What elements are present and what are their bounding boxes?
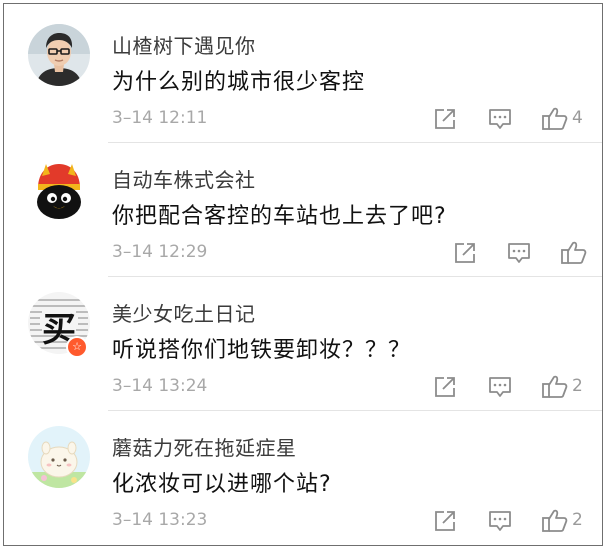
- comment-text: 你把配合客控的车站也上去了吧?: [112, 204, 447, 229]
- like-button[interactable]: [560, 240, 588, 266]
- share-icon: [435, 511, 455, 531]
- share-button[interactable]: [452, 240, 478, 266]
- comment-timestamp: 3–14 12:29: [112, 242, 208, 262]
- comment-timestamp: 3–14 13:24: [112, 376, 208, 396]
- comment-timestamp: 3–14 13:23: [112, 510, 208, 530]
- comment-username[interactable]: 蘑菇力死在拖延症星: [112, 432, 297, 461]
- like-button[interactable]: 4: [541, 106, 583, 132]
- share-button[interactable]: [432, 106, 458, 132]
- share-icon: [455, 243, 475, 263]
- reply-button[interactable]: [487, 508, 513, 534]
- comment-username[interactable]: 山楂树下遇见你: [112, 30, 256, 59]
- verified-badge-icon: ☆: [66, 336, 88, 358]
- thumbs-up-icon: [542, 375, 568, 398]
- comment-icon: [489, 109, 511, 129]
- penguin-hat-avatar-icon: [28, 158, 90, 220]
- comment-item: 山楂树下遇见你 为什么别的城市很少客控 3–14 12:11 4: [4, 8, 602, 142]
- comment-item: 蘑菇力死在拖延症星 化浓妆可以进哪个站? 3–14 13:23 2: [4, 410, 602, 544]
- comment-icon: [508, 243, 530, 263]
- reply-button[interactable]: [506, 240, 532, 266]
- avatar[interactable]: [28, 24, 90, 86]
- share-icon: [435, 377, 455, 397]
- comment-username[interactable]: 自动车株式会社: [112, 164, 256, 193]
- like-count: 4: [572, 108, 583, 128]
- cartoon-sheep-avatar-icon: [28, 426, 90, 488]
- like-button[interactable]: 2: [541, 508, 583, 534]
- share-button[interactable]: [432, 508, 458, 534]
- comment-timestamp: 3–14 12:11: [112, 108, 208, 128]
- like-count: 2: [572, 510, 583, 530]
- avatar[interactable]: [28, 426, 90, 488]
- share-button[interactable]: [432, 374, 458, 400]
- like-button[interactable]: 2: [541, 374, 583, 400]
- thumbs-up-icon: [542, 509, 568, 532]
- comment-icon: [489, 511, 511, 531]
- comment-icon: [489, 377, 511, 397]
- comment-list: 山楂树下遇见你 为什么别的城市很少客控 3–14 12:11 4 自动车株式会社…: [3, 3, 603, 546]
- comment-item: 买 ☆ 美少女吃土日记 听说搭你们地铁要卸妆？？？ 3–14 13:24 2: [4, 276, 602, 410]
- reply-button[interactable]: [487, 106, 513, 132]
- share-icon: [435, 109, 455, 129]
- comment-text: 化浓妆可以进哪个站?: [112, 472, 332, 497]
- thumbs-up-icon: [542, 107, 568, 130]
- avatar[interactable]: [28, 158, 90, 220]
- comment-username[interactable]: 美少女吃土日记: [112, 298, 256, 327]
- comment-text: 听说搭你们地铁要卸妆？？？: [112, 338, 412, 363]
- thumbs-up-icon: [561, 241, 587, 264]
- like-count: 2: [572, 376, 583, 396]
- comment-item: 自动车株式会社 你把配合客控的车站也上去了吧? 3–14 12:29: [4, 142, 602, 276]
- comment-text: 为什么别的城市很少客控: [112, 70, 366, 95]
- man-glasses-avatar-icon: [28, 24, 90, 86]
- reply-button[interactable]: [487, 374, 513, 400]
